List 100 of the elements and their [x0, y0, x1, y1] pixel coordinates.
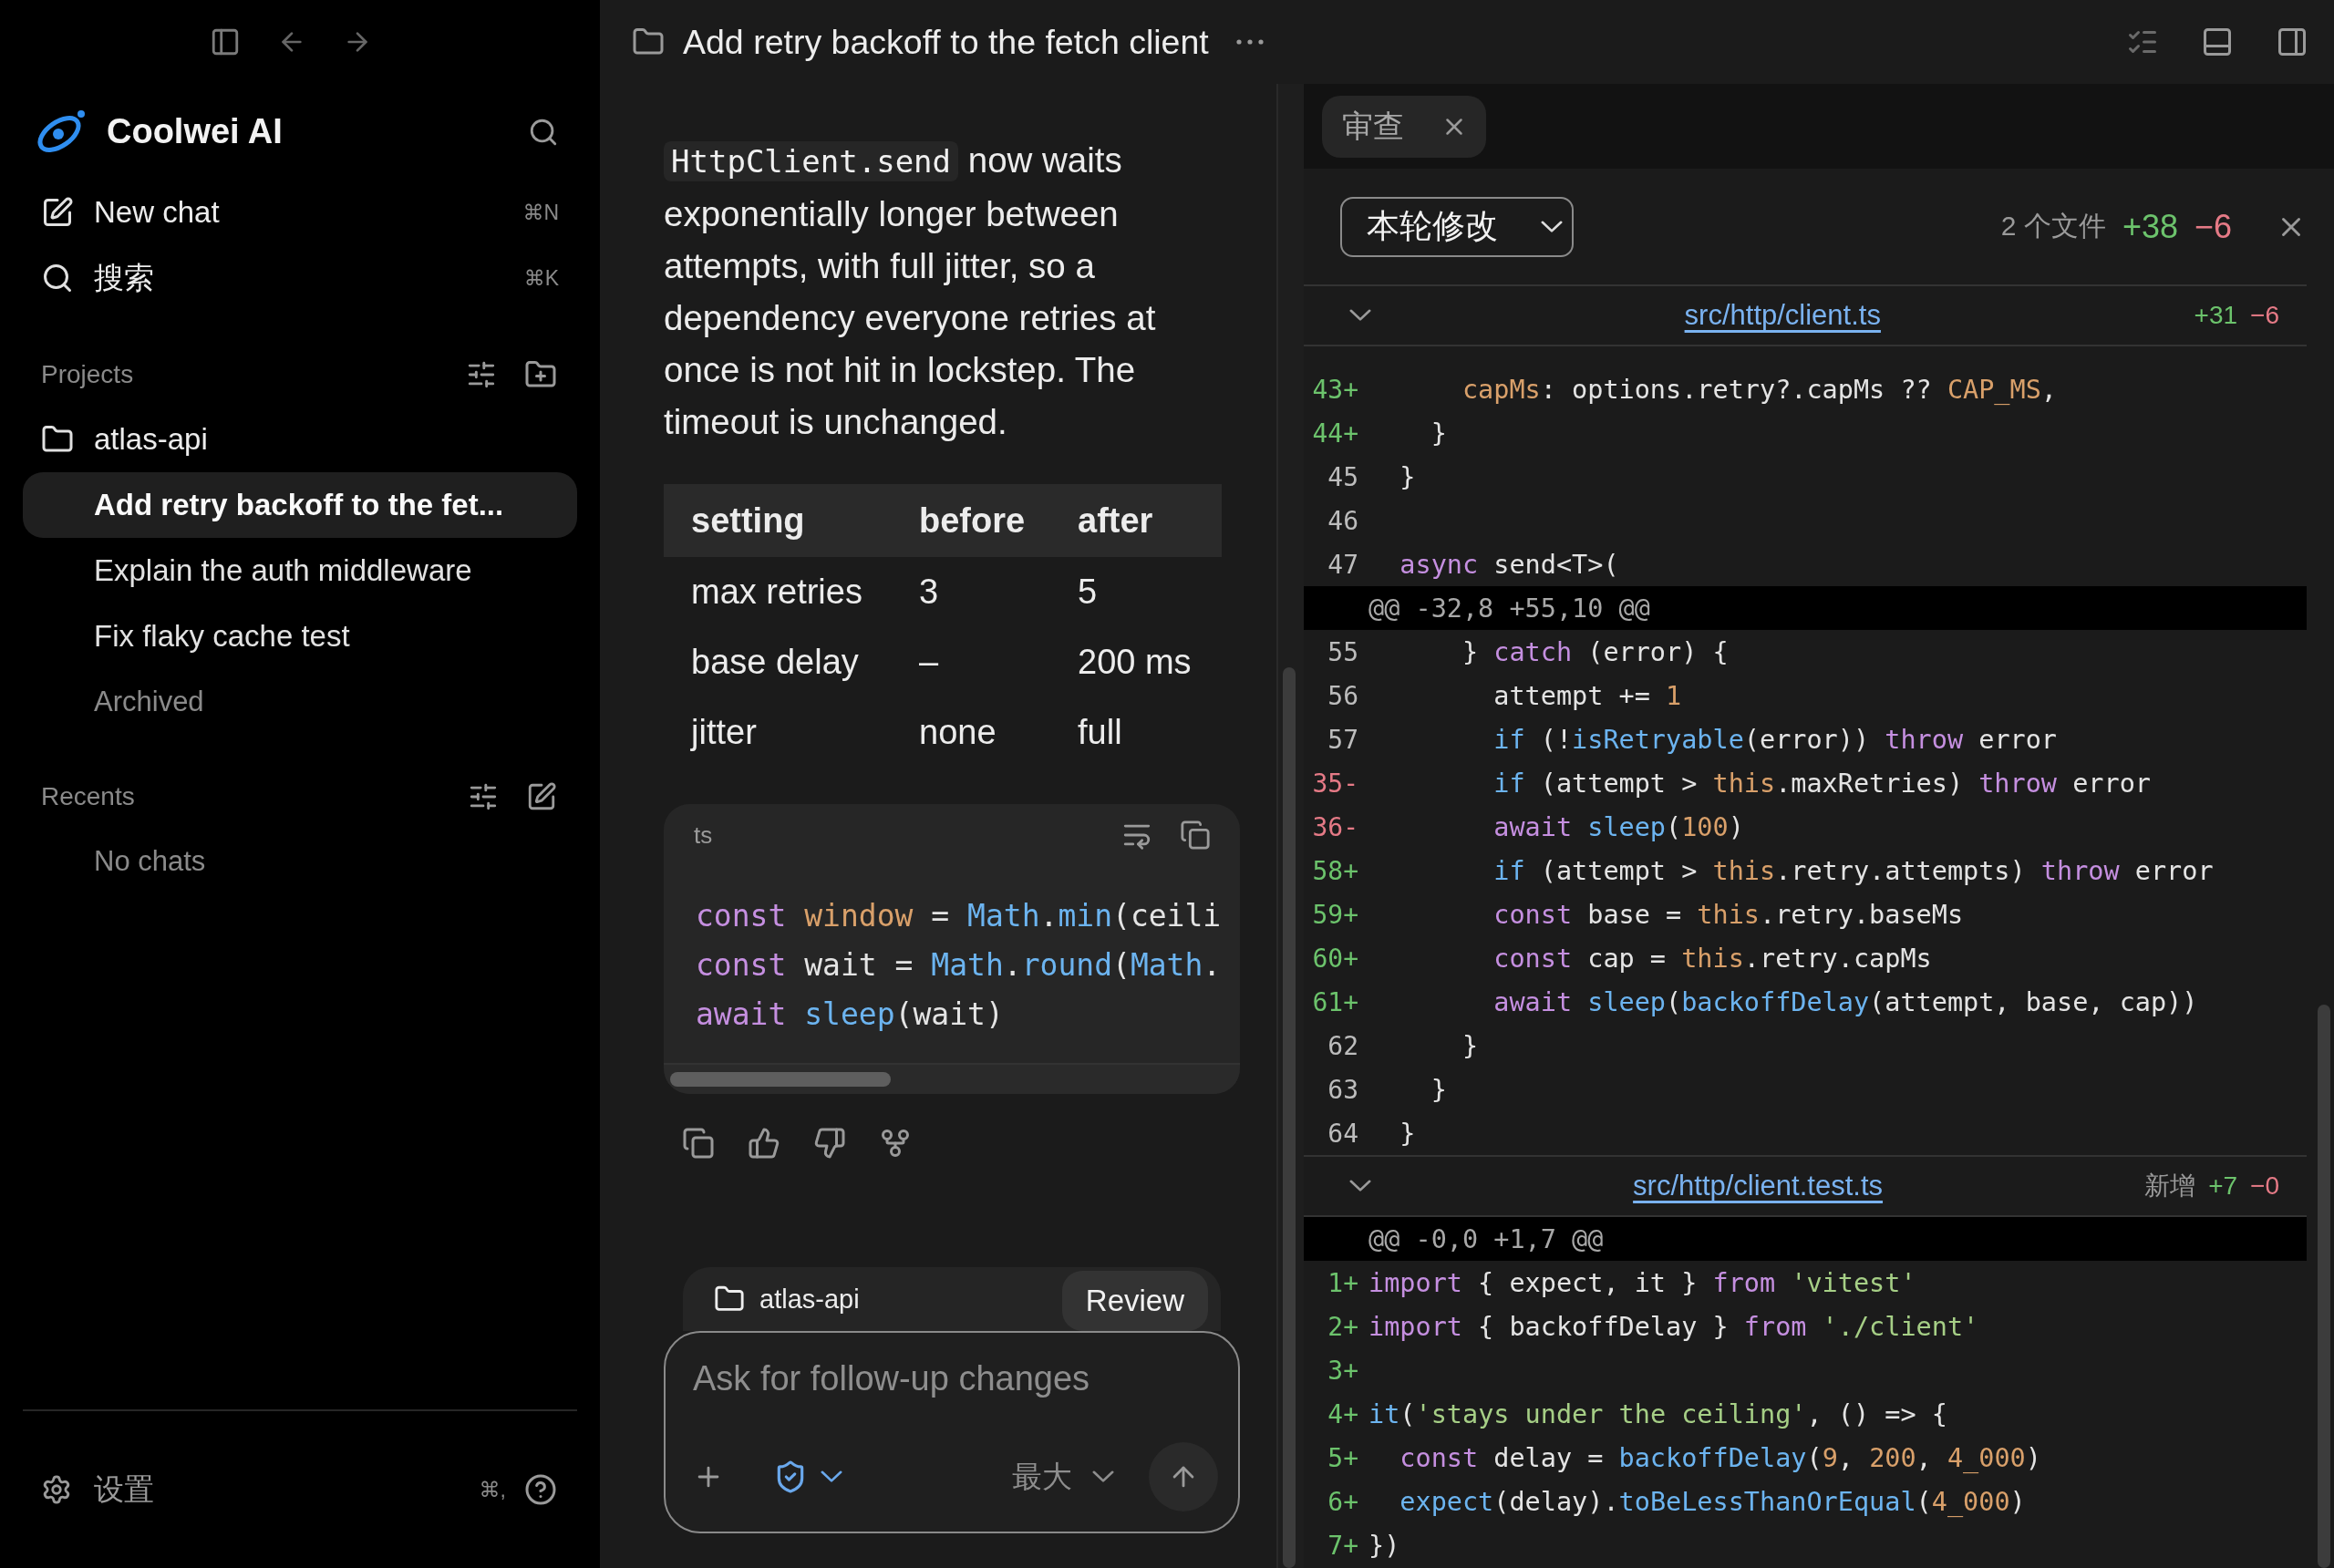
- line-number: 60+: [1311, 943, 1358, 974]
- table-cell-text: 3: [919, 572, 940, 613]
- shortcut-hint: ⌘N: [522, 200, 559, 225]
- chat-item[interactable]: Add retry backoff to the fet...: [23, 472, 577, 538]
- more-icon: [1235, 39, 1264, 45]
- pen-square-icon: [526, 781, 557, 812]
- code-line: await sleep(wait): [696, 995, 1004, 1034]
- code-line: }: [1430, 418, 1447, 449]
- right-panel-button[interactable]: [2276, 26, 2308, 58]
- line-number: 63: [1327, 1074, 1358, 1105]
- code-line: }: [1430, 1074, 1447, 1105]
- line-number: 55: [1327, 636, 1358, 667]
- line-number: 45: [1327, 461, 1358, 492]
- search-icon: [41, 262, 74, 294]
- scrollbar-thumb[interactable]: [2318, 1005, 2330, 1568]
- review-tab[interactable]: 审查: [1322, 95, 1486, 158]
- line-number: 1+: [1327, 1267, 1358, 1298]
- chevron-down-icon: [1541, 220, 1563, 233]
- shortcut-hint: ⌘K: [523, 265, 559, 291]
- paragraph: HttpClient.send now waits exponentially longer between attempts, with full jitter, so a dependency everyone retries at once is not hit in lockstep. The timeout is unchanged.: [664, 139, 1157, 443]
- code-line: }: [1399, 461, 1416, 492]
- panel-bottom-icon: [2201, 26, 2234, 58]
- line-number: 61+: [1311, 986, 1358, 1017]
- code-line: } catch (error) {: [1461, 636, 1729, 667]
- thumbs-down-icon: [813, 1127, 846, 1160]
- collapse-button[interactable]: [1349, 309, 1371, 322]
- code-line: async send<T>(: [1399, 549, 1619, 580]
- table-cell-text: –: [919, 642, 940, 683]
- removed-count: −6: [2194, 207, 2232, 246]
- added-count: +38: [2122, 207, 2178, 246]
- language-label: ts: [694, 820, 714, 850]
- review-button[interactable]: Review: [1061, 1271, 1208, 1331]
- table-cell-text: 5: [1078, 572, 1099, 613]
- copy-button[interactable]: [1180, 820, 1211, 851]
- hunk-header: @@ -32,8 +55,10 @@: [1368, 593, 1650, 624]
- line-number: 47: [1327, 549, 1358, 580]
- like-button[interactable]: [748, 1127, 780, 1160]
- help-button[interactable]: [524, 1473, 557, 1506]
- line-number: 5+: [1327, 1442, 1358, 1473]
- bottom-panel-button[interactable]: [2201, 26, 2234, 58]
- line-number: 46: [1327, 505, 1358, 536]
- dislike-button[interactable]: [813, 1127, 846, 1160]
- filter-button[interactable]: [466, 359, 497, 390]
- branch-button[interactable]: [879, 1127, 912, 1160]
- line-number: 2+: [1327, 1311, 1358, 1342]
- table-cell-text: none: [919, 712, 997, 753]
- code-line: if (attempt > this.retry.attempts) throw error: [1492, 855, 2214, 886]
- code-line: await sleep(100): [1492, 811, 1744, 842]
- archived-link[interactable]: Archived: [23, 669, 577, 735]
- scrollbar-thumb[interactable]: [1283, 667, 1296, 1568]
- line-number: 56: [1327, 680, 1358, 711]
- line-number: 7+: [1327, 1530, 1358, 1561]
- sidebar-icon: [210, 26, 241, 57]
- sidebar-toggle-button[interactable]: [210, 26, 241, 57]
- pen-square-icon: [41, 196, 74, 229]
- new-chat-button[interactable]: [526, 781, 557, 812]
- line-number: 6+: [1327, 1486, 1358, 1517]
- filter-button[interactable]: [468, 781, 499, 812]
- line-number: 3+: [1327, 1355, 1358, 1386]
- help-icon: [524, 1473, 557, 1506]
- line-number: 44+: [1311, 418, 1358, 449]
- chevron-down-icon: [1349, 1180, 1371, 1192]
- line-number: 57: [1327, 724, 1358, 755]
- shortcut-hint: ⌘,: [479, 1477, 506, 1502]
- chat-item[interactable]: Fix flaky cache test: [23, 603, 577, 669]
- new-chat-button[interactable]: New chat ⌘N: [23, 180, 577, 245]
- more-button[interactable]: [1235, 39, 1264, 45]
- app-name: Coolwei AI: [107, 112, 284, 151]
- table-cell-text: full: [1078, 712, 1123, 753]
- code-line: }: [1399, 1118, 1416, 1149]
- copy-icon: [682, 1127, 715, 1160]
- chevron-down-icon: [821, 1470, 842, 1483]
- code-line: }): [1368, 1530, 1400, 1561]
- file-link[interactable]: src/http/client.test.ts: [1384, 1170, 2133, 1202]
- collapse-button[interactable]: [1349, 1180, 1371, 1192]
- scrollbar-thumb[interactable]: [670, 1072, 891, 1087]
- code-line: const cap = this.retry.capMs: [1492, 943, 1932, 974]
- line-number: 4+: [1327, 1398, 1358, 1429]
- code-line: }: [1461, 1030, 1479, 1061]
- chat-item[interactable]: Explain the auth middleware: [23, 538, 577, 603]
- search-button[interactable]: 搜索 ⌘K: [23, 245, 577, 311]
- sliders-icon: [468, 781, 499, 812]
- table-cell-text: jitter: [689, 712, 758, 753]
- message-field[interactable]: Ask for follow-up changes: [693, 1353, 1167, 1404]
- file-link[interactable]: src/http/client.ts: [1384, 299, 2182, 332]
- line-number: 58+: [1311, 855, 1358, 886]
- file-status: 新增: [2144, 1171, 2196, 1202]
- code-line: import { expect, it } from 'vitest': [1368, 1267, 1916, 1298]
- line-number: 62: [1327, 1030, 1358, 1061]
- code-line: if (!isRetryable(error)) throw error: [1492, 724, 2057, 755]
- fork-icon: [879, 1127, 912, 1160]
- scope-dropdown[interactable]: 本轮修改: [1340, 196, 1574, 257]
- settings-button[interactable]: 设置 ⌘,: [41, 1469, 506, 1511]
- effort-dropdown[interactable]: 最大: [1012, 1456, 1114, 1498]
- removed-count: −0: [2250, 1171, 2279, 1201]
- code-line: if (attempt > this.maxRetries) throw error: [1492, 768, 2151, 799]
- copy-button[interactable]: [682, 1127, 715, 1160]
- project-item[interactable]: atlas-api: [23, 407, 577, 472]
- table-header: before: [919, 484, 1078, 557]
- thumbs-up-icon: [748, 1127, 780, 1160]
